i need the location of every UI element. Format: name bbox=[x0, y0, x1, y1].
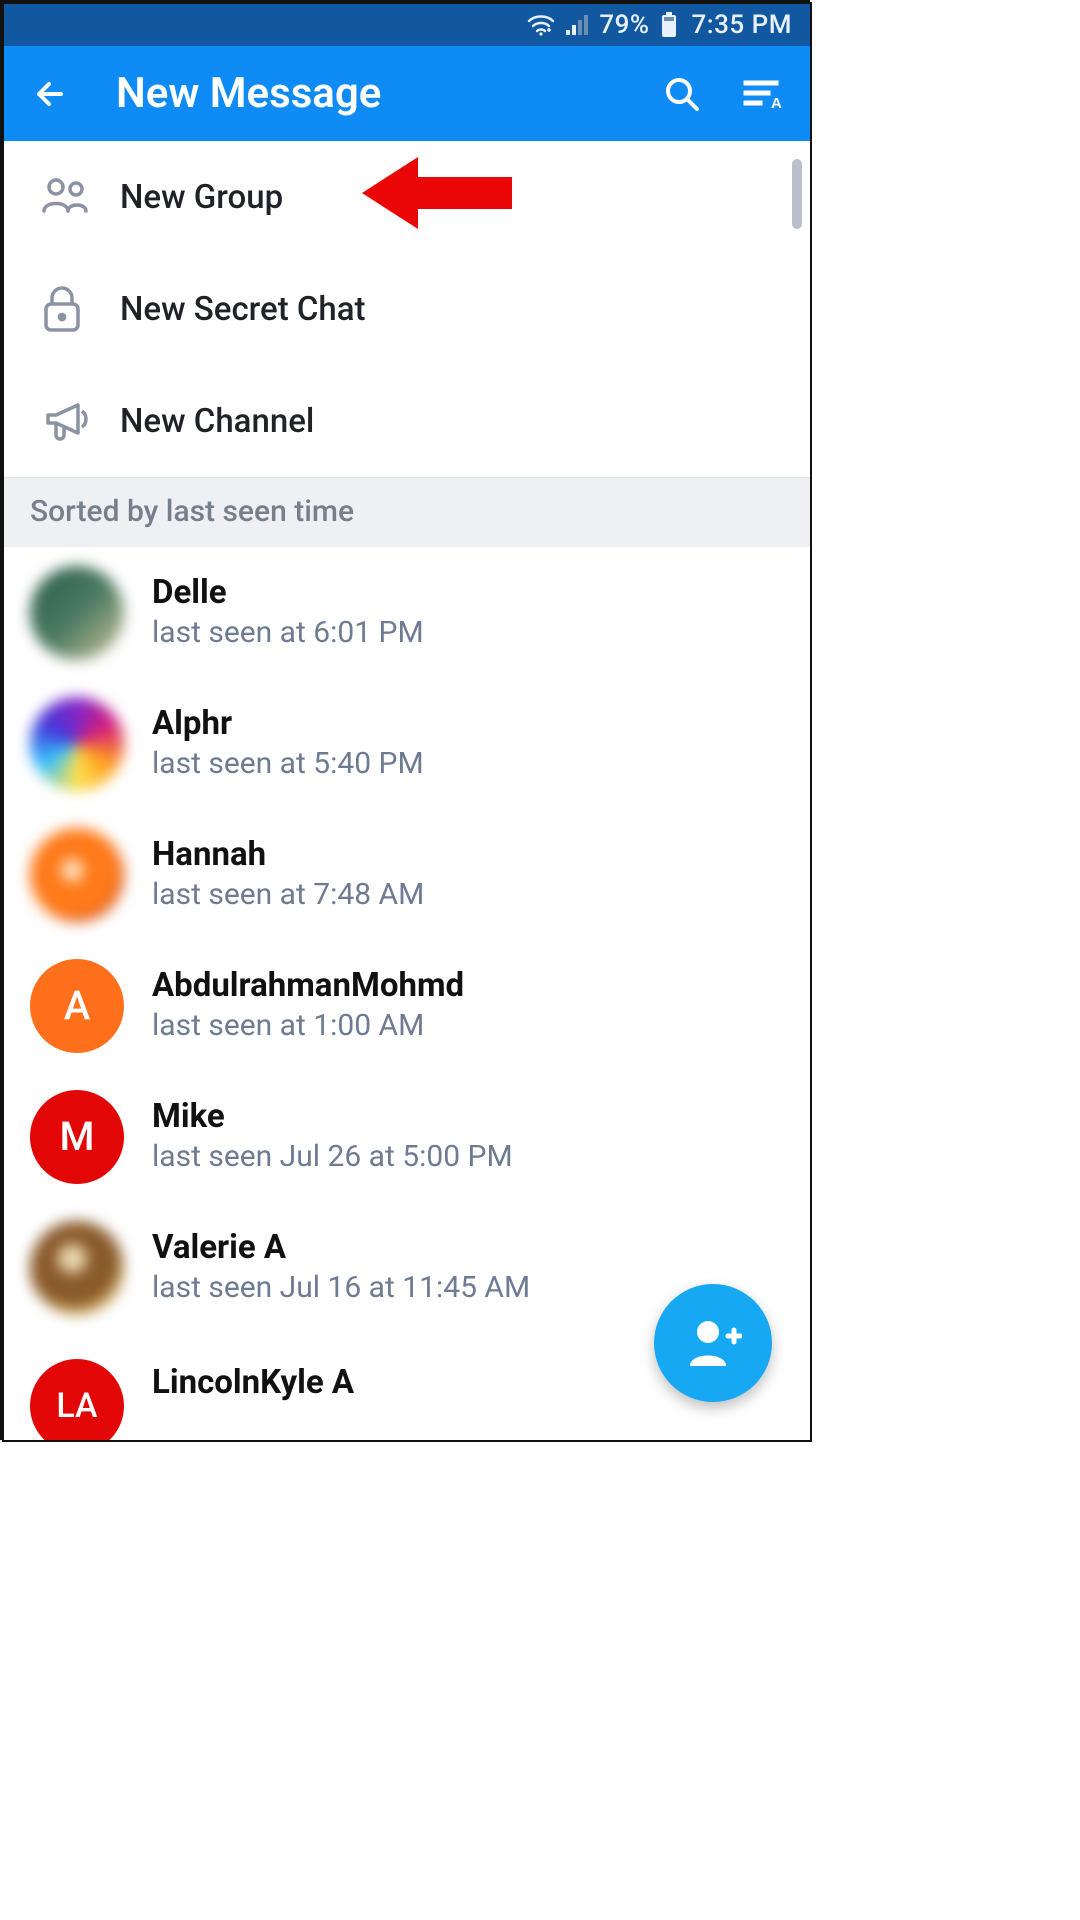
contact-status: last seen Jul 26 at 5:00 PM bbox=[152, 1139, 513, 1174]
sort-button[interactable]: A bbox=[736, 77, 792, 111]
contact-item[interactable]: Delle last seen at 6:01 PM bbox=[4, 547, 810, 678]
contact-name: LincolnKyle A bbox=[152, 1365, 354, 1401]
new-channel-label: New Channel bbox=[120, 402, 314, 441]
person-add-icon bbox=[684, 1316, 742, 1370]
wifi-icon bbox=[527, 14, 555, 36]
contact-name: AbdulrahmanMohmd bbox=[152, 968, 464, 1004]
contact-name: Alphr bbox=[152, 706, 424, 742]
search-button[interactable] bbox=[654, 74, 710, 114]
contact-name: Valerie A bbox=[152, 1230, 530, 1266]
contact-status: last seen at 7:48 AM bbox=[152, 877, 424, 912]
contact-item[interactable]: Hannah last seen at 7:48 AM bbox=[4, 809, 810, 940]
back-button[interactable] bbox=[22, 75, 78, 113]
new-channel-item[interactable]: New Channel bbox=[4, 365, 810, 477]
arrow-left-icon bbox=[31, 75, 69, 113]
add-contact-fab[interactable] bbox=[654, 1284, 772, 1402]
avatar bbox=[30, 697, 124, 791]
contact-status: last seen at 6:01 PM bbox=[152, 615, 424, 650]
avatar: A bbox=[30, 959, 124, 1053]
cell-signal-icon bbox=[565, 14, 589, 36]
contact-status: last seen at 1:00 AM bbox=[152, 1008, 464, 1043]
contact-item[interactable]: A AbdulrahmanMohmd last seen at 1:00 AM bbox=[4, 940, 810, 1071]
page-title: New Message bbox=[116, 69, 628, 118]
avatar: M bbox=[30, 1090, 124, 1184]
content: New Group New Secret Chat New Channel So… bbox=[4, 141, 810, 1440]
svg-text:A: A bbox=[771, 95, 782, 111]
sort-alpha-icon: A bbox=[742, 77, 786, 111]
lock-icon bbox=[40, 284, 120, 334]
contact-status: last seen Jul 16 at 11:45 AM bbox=[152, 1270, 530, 1305]
contact-name: Hannah bbox=[152, 837, 424, 873]
battery-percent-text: 79% bbox=[599, 10, 649, 40]
contact-item[interactable]: M Mike last seen Jul 26 at 5:00 PM bbox=[4, 1071, 810, 1202]
app-bar: New Message A bbox=[4, 46, 810, 141]
avatar: LA bbox=[30, 1359, 124, 1440]
battery-icon bbox=[660, 12, 678, 38]
annotation-arrow-icon bbox=[362, 149, 512, 241]
avatar bbox=[30, 1221, 124, 1315]
status-bar: 79% 7:35 PM bbox=[4, 4, 810, 46]
avatar bbox=[30, 828, 124, 922]
clock-text: 7:35 PM bbox=[692, 10, 792, 40]
contact-name: Delle bbox=[152, 575, 424, 611]
avatar bbox=[30, 566, 124, 660]
scrollbar-thumb[interactable] bbox=[792, 159, 802, 229]
section-header: Sorted by last seen time bbox=[4, 477, 810, 547]
group-icon bbox=[40, 177, 120, 217]
contact-list: Delle last seen at 6:01 PM Alphr last se… bbox=[4, 547, 810, 1413]
new-secret-chat-label: New Secret Chat bbox=[120, 290, 366, 329]
search-icon bbox=[662, 74, 702, 114]
new-secret-chat-item[interactable]: New Secret Chat bbox=[4, 253, 810, 365]
contact-status: last seen at 5:40 PM bbox=[152, 746, 424, 781]
contact-item[interactable]: Alphr last seen at 5:40 PM bbox=[4, 678, 810, 809]
contact-name: Mike bbox=[152, 1099, 513, 1135]
new-group-label: New Group bbox=[120, 178, 283, 217]
megaphone-icon bbox=[40, 397, 120, 445]
